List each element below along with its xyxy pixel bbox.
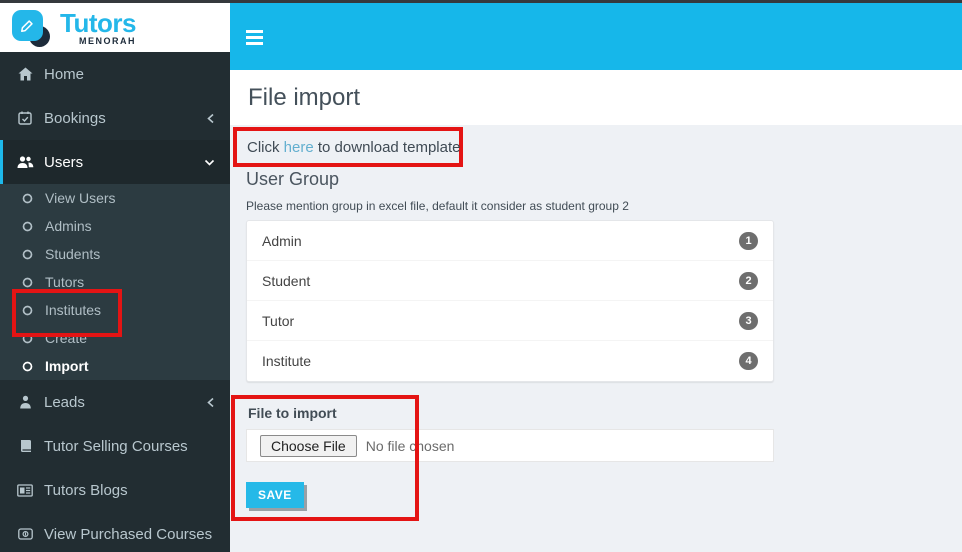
- file-to-import-label: File to import: [248, 405, 337, 421]
- sidebar-subitem-institutes[interactable]: Institutes: [0, 296, 230, 324]
- download-note-suffix: to download template: [313, 138, 461, 156]
- sidebar-subitem-view-users[interactable]: View Users: [0, 184, 230, 212]
- hamburger-icon[interactable]: [245, 20, 289, 54]
- sidebar-item-view-purchased-courses[interactable]: View Purchased Courses: [0, 512, 230, 552]
- users-icon: [15, 155, 35, 169]
- circle-icon: [20, 361, 34, 372]
- sidebar-subitem-create[interactable]: Create: [0, 324, 230, 352]
- subitem-label: Admins: [45, 218, 92, 234]
- download-note-prefix: Click: [247, 138, 284, 156]
- annotation-box-download-template: Click here to download template: [233, 127, 463, 167]
- logo-title: Tutors: [60, 7, 136, 38]
- logo-art: [12, 8, 52, 48]
- sidebar-item-leads[interactable]: Leads: [0, 380, 230, 424]
- chevron-left-icon: [206, 397, 215, 408]
- list-item-student: Student 2: [247, 261, 773, 301]
- chevron-left-icon: [206, 113, 215, 124]
- users-submenu: View Users Admins Students Tutors Instit…: [0, 184, 230, 380]
- sidebar-item-users[interactable]: Users: [0, 140, 230, 184]
- sidebar-item-label: Bookings: [44, 109, 106, 127]
- group-badge: 2: [739, 271, 758, 290]
- list-item-tutor: Tutor 3: [247, 301, 773, 341]
- subitem-label: Tutors: [45, 274, 85, 290]
- user-group-title: User Group: [246, 169, 340, 189]
- group-label: Student: [262, 272, 311, 289]
- group-badge: 1: [739, 231, 758, 250]
- circle-icon: [20, 277, 34, 288]
- pencil-icon: [12, 9, 43, 41]
- subitem-label: Import: [45, 358, 89, 374]
- group-badge: 4: [739, 352, 758, 370]
- group-label: Admin: [262, 232, 302, 249]
- money-icon: [15, 528, 35, 540]
- sidebar-item-label: Tutors Blogs: [44, 481, 128, 499]
- user-group-hint: Please mention group in excel file, defa…: [246, 199, 629, 213]
- chevron-down-icon: [204, 158, 215, 167]
- circle-icon: [20, 305, 34, 316]
- sidebar-item-label: Home: [44, 65, 85, 83]
- sidebar-item-tutors-blogs[interactable]: Tutors Blogs: [0, 468, 230, 512]
- logo-subtitle: MENORAH: [78, 35, 136, 46]
- list-item-institute: Institute 4: [247, 341, 773, 381]
- calendar-icon: [15, 111, 35, 125]
- sidebar-item-bookings[interactable]: Bookings: [0, 96, 230, 140]
- download-template-link[interactable]: here: [284, 139, 314, 156]
- sidebar-item-tutor-selling-courses[interactable]: Tutor Selling Courses: [0, 424, 230, 468]
- circle-icon: [20, 249, 34, 260]
- group-badge: 3: [739, 311, 758, 330]
- page-title: File import: [248, 83, 361, 111]
- main-content: Click here to download template User Gro…: [230, 125, 962, 552]
- app-logo[interactable]: Tutors MENORAH: [0, 3, 230, 52]
- group-label: Tutor: [262, 312, 295, 329]
- sidebar-subitem-admins[interactable]: Admins: [0, 212, 230, 240]
- circle-icon: [20, 333, 34, 344]
- file-input[interactable]: Choose File No file chosen: [246, 429, 774, 462]
- sidebar-item-label: Leads: [44, 393, 85, 411]
- sidebar-subitem-import[interactable]: Import: [0, 352, 230, 380]
- choose-file-button[interactable]: Choose File: [260, 434, 357, 457]
- user-group-list: Admin 1 Student 2 Tutor 3 Institute 4: [246, 220, 774, 382]
- sidebar-item-label: View Purchased Courses: [44, 525, 213, 543]
- newspaper-icon: [15, 483, 35, 497]
- subitem-label: Institutes: [45, 302, 102, 318]
- person-icon: [15, 395, 35, 409]
- group-label: Institute: [262, 353, 312, 369]
- book-icon: [15, 439, 35, 453]
- subitem-label: Students: [45, 246, 101, 262]
- list-item-admin: Admin 1: [247, 221, 773, 261]
- sidebar-item-label: Tutor Selling Courses: [44, 437, 188, 455]
- sidebar-item-label: Users: [44, 153, 84, 171]
- sidebar-item-home[interactable]: Home: [0, 52, 230, 96]
- subitem-label: View Users: [45, 190, 116, 206]
- top-navbar: [230, 3, 962, 70]
- subitem-label: Create: [45, 330, 88, 346]
- sidebar-subitem-tutors[interactable]: Tutors: [0, 268, 230, 296]
- content-header: File import: [230, 70, 962, 125]
- circle-icon: [20, 221, 34, 232]
- circle-icon: [20, 193, 34, 204]
- sidebar: Home Bookings Users View Users Admins St…: [0, 52, 230, 552]
- no-file-chosen-text: No file chosen: [365, 437, 455, 454]
- home-icon: [15, 67, 35, 81]
- save-button[interactable]: SAVE: [246, 482, 304, 508]
- sidebar-subitem-students[interactable]: Students: [0, 240, 230, 268]
- window-top-edge: [0, 0, 962, 3]
